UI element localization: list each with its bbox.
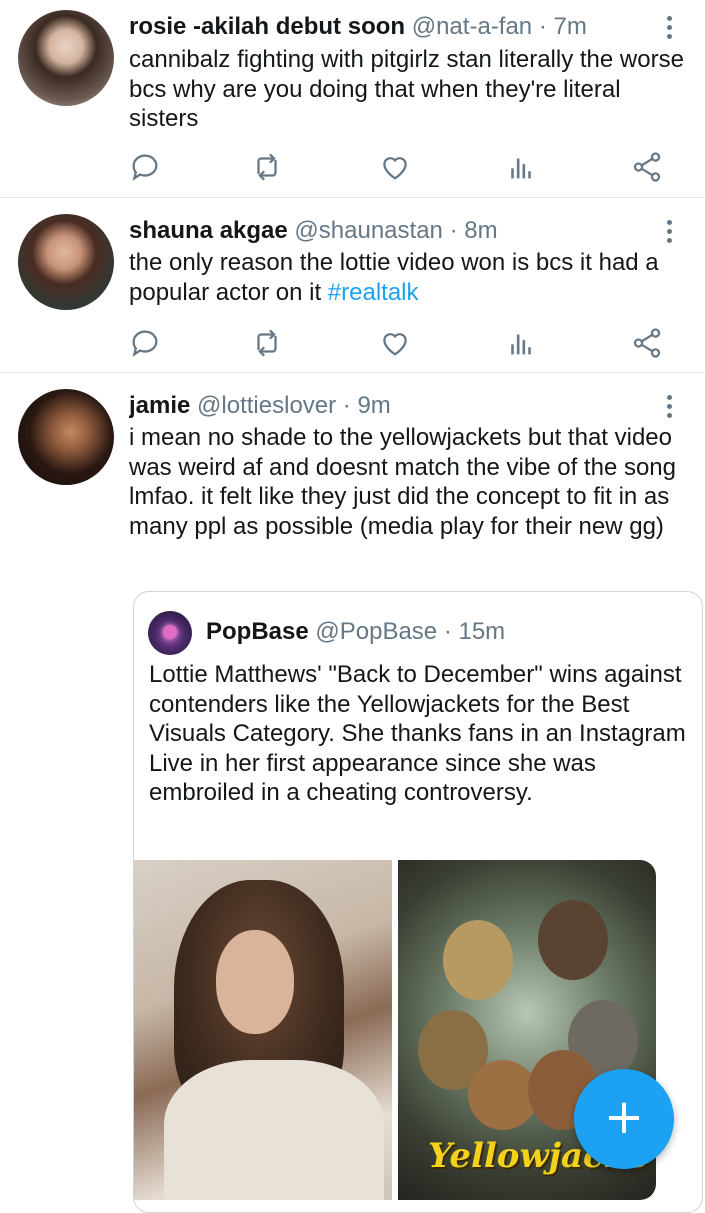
reply-icon[interactable] xyxy=(128,326,162,360)
avatar-popbase[interactable] xyxy=(148,610,192,655)
author-name[interactable]: rosie -akilah debut soon xyxy=(129,13,405,40)
photo-face xyxy=(216,930,294,1034)
quoted-tweet-header: PopBase @PopBase · 15m xyxy=(148,610,506,655)
tweet-text: the only reason the lottie video won is … xyxy=(129,248,689,307)
poster-mask-2 xyxy=(443,920,513,1000)
quoted-author-handle: @PopBase xyxy=(315,618,438,645)
share-icon[interactable] xyxy=(630,326,664,360)
author-name[interactable]: jamie xyxy=(129,392,190,419)
author-name[interactable]: shauna akgae xyxy=(129,217,288,244)
quoted-tweet-time: · 15m xyxy=(443,618,506,645)
photo-sweater xyxy=(164,1060,384,1200)
retweet-icon[interactable] xyxy=(250,150,284,184)
share-icon[interactable] xyxy=(630,150,664,184)
media-image-1[interactable] xyxy=(134,860,392,1200)
tweet-time: · 7m xyxy=(538,13,587,40)
author-handle: @nat-a-fan xyxy=(411,13,533,40)
tweet-text: i mean no shade to the yellowjackets but… xyxy=(129,424,676,540)
author-handle: @shaunastan xyxy=(294,217,443,244)
poster-mask-3 xyxy=(538,900,608,980)
analytics-icon[interactable] xyxy=(504,150,538,184)
tweet-actions xyxy=(128,150,668,184)
heart-icon[interactable] xyxy=(378,150,412,184)
more-vertical-icon[interactable] xyxy=(665,16,673,43)
tweet-1[interactable]: rosie -akilah debut soon @nat-a-fan · 7m… xyxy=(0,0,705,198)
author-handle: @lottieslover xyxy=(197,392,337,419)
tweet-header: jamie @lottieslover · 9m xyxy=(129,391,645,421)
tweet-2[interactable]: shauna akgae @shaunastan · 8m the only r… xyxy=(0,198,705,373)
tweet-time: · 8m xyxy=(449,217,498,244)
reply-icon[interactable] xyxy=(128,150,162,184)
tweet-header: shauna akgae @shaunastan · 8m xyxy=(129,216,645,246)
avatar-shauna[interactable] xyxy=(18,214,114,310)
analytics-icon[interactable] xyxy=(504,326,538,360)
heart-icon[interactable] xyxy=(378,326,412,360)
quoted-author-name[interactable]: PopBase xyxy=(206,618,309,645)
tweet-time: · 9m xyxy=(342,392,391,419)
tweet-header: rosie -akilah debut soon @nat-a-fan · 7m xyxy=(129,12,645,42)
avatar-jamie[interactable] xyxy=(18,389,114,485)
quoted-tweet-text: Lottie Matthews' "Back to December" wins… xyxy=(149,661,686,806)
compose-button[interactable]: + xyxy=(574,1069,674,1169)
retweet-icon[interactable] xyxy=(250,326,284,360)
plus-icon: + xyxy=(603,1089,645,1145)
more-vertical-icon[interactable] xyxy=(665,395,673,422)
tweet-text: cannibalz fighting with pitgirlz stan li… xyxy=(129,46,684,132)
tweet-actions xyxy=(128,326,668,360)
avatar-rosie[interactable] xyxy=(18,10,114,106)
more-vertical-icon[interactable] xyxy=(665,220,673,247)
hashtag-link[interactable]: #realtalk xyxy=(328,279,419,306)
